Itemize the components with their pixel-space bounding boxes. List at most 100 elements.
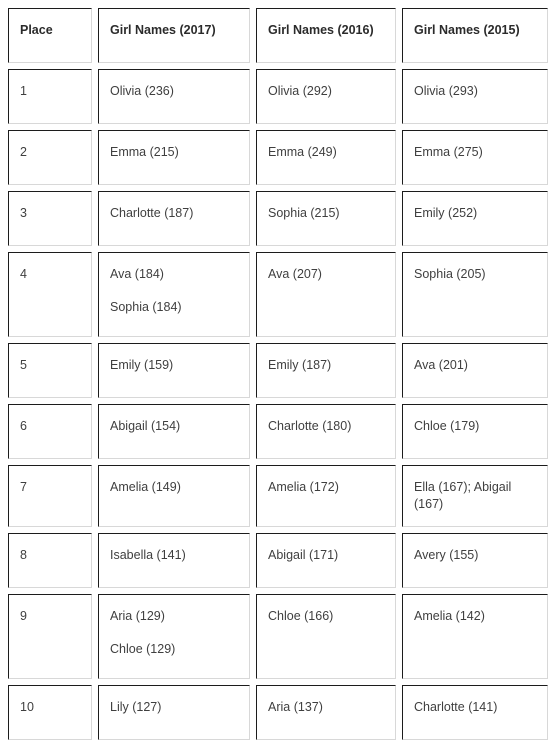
cell-names-2017: Lily (127)	[98, 684, 250, 740]
name-entry: Chloe (129)	[110, 641, 176, 656]
cell-names-2017: Aria (129) Chloe (129)	[98, 593, 250, 679]
cell-names-2015: Amelia (142)	[402, 593, 548, 679]
cell-names-2017: Olivia (236)	[98, 69, 250, 124]
table-row: 4 Ava (184) Sophia (184) Ava (207) Sophia (2…	[8, 252, 548, 337]
name-entry: Avery (155)	[414, 547, 479, 562]
name-entry: Charlotte (141)	[414, 699, 498, 714]
cell-names-2015: Ella (167); Abigail (167)	[402, 465, 548, 527]
name-entry: Emily (252)	[414, 206, 478, 220]
cell-names-2015: Sophia (205)	[402, 252, 548, 337]
place-number: 2	[20, 145, 27, 159]
table-row: 10 Lily (127) Aria (137) Charlotte (141)	[8, 684, 548, 740]
cell-names-2016: Ava (207)	[256, 252, 396, 337]
place-number: 10	[20, 699, 34, 714]
cell-place: 1	[8, 69, 92, 124]
column-header-girl-names-2016: Girl Names (2016)	[256, 8, 396, 63]
cell-names-2017: Abigail (154)	[98, 404, 250, 459]
name-entry: Sophia (184)	[110, 299, 182, 314]
table-container: Place Girl Names (2017) Girl Names (2016…	[0, 2, 557, 746]
name-entry: Ava (184)	[110, 267, 164, 281]
cell-names-2017: Amelia (149)	[98, 465, 250, 527]
table-row: 1 Olivia (236) Olivia (292) Olivia (293)	[8, 69, 548, 124]
table-row: 8 Isabella (141) Abigail (171) Avery (155)	[8, 532, 548, 588]
name-entry: Emma (249)	[268, 145, 337, 159]
cell-names-2017: Emma (215)	[98, 130, 250, 185]
column-header-place: Place	[8, 8, 92, 63]
table-row: 3 Charlotte (187) Sophia (215) Emily (252)	[8, 191, 548, 246]
name-entry: Olivia (236)	[110, 84, 174, 98]
name-entry: Chloe (166)	[268, 608, 334, 623]
cell-names-2017: Charlotte (187)	[98, 191, 250, 246]
cell-names-2015: Emma (275)	[402, 130, 548, 185]
name-entry: Amelia (142)	[414, 608, 485, 623]
place-number: 1	[20, 84, 27, 98]
name-entry: Amelia (172)	[268, 480, 339, 494]
cell-names-2015: Ava (201)	[402, 343, 548, 398]
cell-place: 5	[8, 343, 92, 398]
name-entry: Emily (159)	[110, 358, 174, 372]
cell-names-2015: Chloe (179)	[402, 404, 548, 459]
cell-place: 9	[8, 593, 92, 679]
table-header: Place Girl Names (2017) Girl Names (2016…	[8, 8, 548, 63]
name-entry: Emma (275)	[414, 145, 483, 159]
place-number: 9	[20, 608, 27, 623]
name-entry: Amelia (149)	[110, 480, 181, 494]
cell-names-2016: Emma (249)	[256, 130, 396, 185]
name-entry: Emma (215)	[110, 145, 179, 159]
place-number: 7	[20, 480, 27, 494]
cell-place: 7	[8, 465, 92, 527]
name-entry: Chloe (179)	[414, 419, 480, 433]
name-entry: Sophia (205)	[414, 267, 486, 281]
table-row: 2 Emma (215) Emma (249) Emma (275)	[8, 130, 548, 185]
table-header-row: Place Girl Names (2017) Girl Names (2016…	[8, 8, 548, 63]
cell-names-2016: Olivia (292)	[256, 69, 396, 124]
cell-names-2016: Emily (187)	[256, 343, 396, 398]
place-number: 4	[20, 267, 27, 281]
cell-names-2017: Ava (184) Sophia (184)	[98, 252, 250, 337]
table-row: 6 Abigail (154) Charlotte (180) Chloe (179)	[8, 404, 548, 459]
cell-place: 3	[8, 191, 92, 246]
name-entry: Sophia (215)	[268, 206, 340, 220]
cell-place: 6	[8, 404, 92, 459]
cell-names-2015: Emily (252)	[402, 191, 548, 246]
girl-names-ranking-table: Place Girl Names (2017) Girl Names (2016…	[2, 2, 554, 746]
name-entry: Ella (167); Abigail (167)	[414, 480, 512, 511]
cell-place: 10	[8, 684, 92, 740]
cell-names-2016: Aria (137)	[256, 684, 396, 740]
cell-names-2016: Sophia (215)	[256, 191, 396, 246]
cell-names-2017: Isabella (141)	[98, 532, 250, 588]
name-entry: Abigail (154)	[110, 419, 181, 433]
cell-names-2016: Chloe (166)	[256, 593, 396, 679]
column-header-girl-names-2017: Girl Names (2017)	[98, 8, 250, 63]
place-number: 5	[20, 358, 27, 372]
name-entry: Isabella (141)	[110, 547, 186, 562]
cell-names-2017: Emily (159)	[98, 343, 250, 398]
cell-place: 4	[8, 252, 92, 337]
cell-names-2016: Charlotte (180)	[256, 404, 396, 459]
name-entry: Aria (129)	[110, 608, 165, 623]
cell-names-2015: Charlotte (141)	[402, 684, 548, 740]
cell-names-2016: Abigail (171)	[256, 532, 396, 588]
name-entry: Ava (201)	[414, 358, 468, 372]
table-body: 1 Olivia (236) Olivia (292) Olivia (293) 2 Em…	[8, 69, 548, 740]
name-entry: Lily (127)	[110, 699, 162, 714]
table-row: 5 Emily (159) Emily (187) Ava (201)	[8, 343, 548, 398]
cell-names-2016: Amelia (172)	[256, 465, 396, 527]
name-entry: Aria (137)	[268, 699, 323, 714]
table-row: 9 Aria (129) Chloe (129) Chloe (166) Amelia …	[8, 593, 548, 679]
name-entry: Olivia (293)	[414, 84, 478, 98]
name-entry: Emily (187)	[268, 358, 332, 372]
name-entry: Charlotte (187)	[110, 206, 194, 220]
name-entry: Charlotte (180)	[268, 419, 352, 433]
column-header-girl-names-2015: Girl Names (2015)	[402, 8, 548, 63]
name-entry: Abigail (171)	[268, 547, 339, 562]
cell-names-2015: Olivia (293)	[402, 69, 548, 124]
cell-names-2015: Avery (155)	[402, 532, 548, 588]
place-number: 6	[20, 419, 27, 433]
cell-place: 8	[8, 532, 92, 588]
cell-place: 2	[8, 130, 92, 185]
place-number: 3	[20, 206, 27, 220]
name-entry: Olivia (292)	[268, 84, 332, 98]
place-number: 8	[20, 547, 27, 562]
name-entry: Ava (207)	[268, 267, 322, 281]
